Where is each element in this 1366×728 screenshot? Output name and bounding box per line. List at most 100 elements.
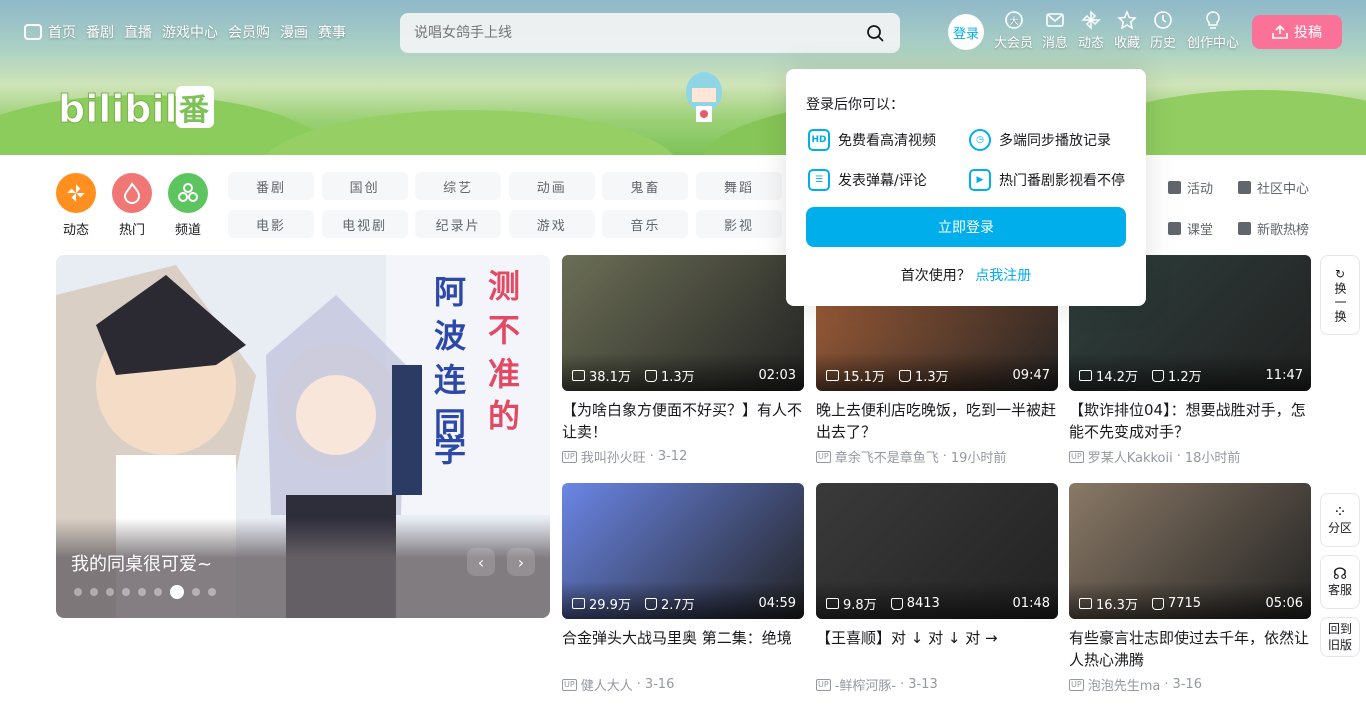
link-classroom[interactable]: 课堂	[1168, 219, 1238, 238]
video-author[interactable]: 健人大人	[581, 675, 633, 694]
search-input[interactable]	[414, 23, 854, 43]
channel-dynamic[interactable]: 动态	[56, 173, 96, 238]
banner-carousel[interactable]: 阿 波 连 同 学 测 不 准 的 我的同桌很可爱~ ‹ ›	[56, 255, 550, 618]
up-icon: UP	[816, 678, 831, 691]
video-card[interactable]: 16.3万 7715 05:06 有些豪言壮志即使过去千年，依然让人热心沸腾 UP 泡泡先…	[1069, 483, 1311, 694]
video-title[interactable]: 晚上去便利店吃晚饭，吃到一半被赶出去了？	[816, 399, 1058, 443]
video-card[interactable]: 29.9万 2.7万 04:59 合金弹头大战马里奥 第二集：绝境 UP 健人大人 · 3-1…	[562, 483, 804, 694]
video-author[interactable]: 章余飞不是章鱼飞	[835, 447, 939, 466]
chip-dance[interactable]: 舞蹈	[695, 172, 782, 200]
video-stats: 29.9万 2.7万 04:59	[572, 594, 796, 613]
bilibili-bangumi-logo[interactable]: bilibili 番	[58, 80, 218, 132]
link-activity[interactable]: 活动	[1168, 178, 1238, 197]
nav-mall[interactable]: 会员购	[228, 22, 270, 42]
chip-kichiku[interactable]: 鬼畜	[602, 172, 689, 200]
refresh-button[interactable]: ↻ 换一换	[1320, 255, 1360, 335]
dynamic-label: 动态	[1078, 36, 1105, 51]
svg-text:连: 连	[434, 361, 466, 399]
duration: 11:47	[1265, 368, 1303, 383]
chip-game[interactable]: 游戏	[508, 210, 595, 238]
zone-button[interactable]: ⁘ 分区	[1320, 493, 1360, 547]
video-thumbnail[interactable]: 9.8万 8413 01:48	[816, 483, 1058, 619]
video-card[interactable]: 9.8万 8413 01:48 【王喜顺】对 ↓ 对 ↓ 对 → UP -鲜榨河豚- · 3-…	[816, 483, 1058, 694]
chip-documentary[interactable]: 纪录片	[415, 210, 502, 238]
nav-bangumi[interactable]: 番剧	[86, 22, 114, 42]
play-count-icon	[572, 598, 585, 609]
carousel-dot[interactable]	[74, 588, 82, 596]
creator-center-entry[interactable]: 创作中心	[1187, 10, 1239, 51]
video-title[interactable]: 【为啥白象方便面不好买？】有人不让卖！	[562, 399, 804, 443]
carousel-dot[interactable]	[170, 585, 184, 599]
like-icon	[644, 597, 657, 610]
search-icon[interactable]	[867, 25, 884, 42]
up-icon: UP	[816, 450, 831, 463]
upload-button[interactable]: 投稿	[1252, 15, 1342, 49]
carousel-dot[interactable]	[122, 588, 130, 596]
vip-entry[interactable]: 大 大会员	[994, 10, 1033, 51]
video-title[interactable]: 有些豪言壮志即使过去千年，依然让人热心沸腾	[1069, 627, 1311, 671]
video-thumbnail[interactable]: 29.9万 2.7万 04:59	[562, 483, 804, 619]
carousel-dot[interactable]	[106, 588, 114, 596]
carousel-dot[interactable]	[138, 588, 146, 596]
chip-animation[interactable]: 动画	[508, 172, 595, 200]
play-count-icon	[826, 598, 839, 609]
video-author[interactable]: 我叫孙火旺	[581, 447, 646, 466]
chip-bangumi[interactable]: 番剧	[228, 172, 314, 200]
nav-esports[interactable]: 赛事	[318, 22, 346, 42]
upload-label: 投稿	[1294, 25, 1322, 41]
chip-guochuang[interactable]: 国创	[321, 172, 408, 200]
dynamic-entry[interactable]: 动态	[1078, 10, 1104, 51]
video-author[interactable]: 泡泡先生ma	[1088, 675, 1161, 694]
duration: 01:48	[1012, 596, 1050, 611]
register-link[interactable]: 点我注册	[975, 268, 1031, 284]
carousel-dot[interactable]	[192, 588, 200, 596]
video-meta: UP 我叫孙火旺 · 3-12	[562, 447, 804, 466]
chip-variety[interactable]: 综艺	[415, 172, 502, 200]
carousel-title[interactable]: 我的同桌很可爱~	[71, 550, 212, 576]
nav-game-center[interactable]: 游戏中心	[162, 22, 218, 42]
carousel-dot[interactable]	[154, 588, 162, 596]
like-count: 7715	[1167, 596, 1202, 611]
chip-tv-series[interactable]: 电视剧	[321, 210, 408, 238]
chip-film-tv[interactable]: 影视	[695, 210, 782, 238]
channel-channels[interactable]: 频道	[168, 173, 208, 238]
flame-icon	[112, 173, 152, 213]
play-count-icon	[1079, 598, 1092, 609]
chip-movie[interactable]: 电影	[228, 210, 314, 238]
link-community[interactable]: 社区中心	[1238, 178, 1328, 197]
svg-text:准: 准	[488, 355, 520, 393]
video-title[interactable]: 【欺诈排位04】：想要战胜对手，怎能不先变成对手？	[1069, 399, 1311, 443]
history-entry[interactable]: 历史	[1150, 10, 1176, 51]
video-card[interactable]: 38.1万 1.3万 02:03 【为啥白象方便面不好买？】有人不让卖！ UP 我叫孙火旺…	[562, 255, 804, 466]
video-author[interactable]: 罗某人Kakkoii	[1088, 447, 1173, 466]
video-title[interactable]: 合金弹头大战马里奥 第二集：绝境	[562, 627, 804, 671]
refresh-label: 换一换	[1333, 282, 1347, 324]
view-count: 38.1万	[589, 370, 631, 385]
view-count: 15.1万	[843, 370, 885, 385]
svg-text:波: 波	[434, 317, 466, 355]
video-date: 3-12	[657, 449, 688, 464]
nav-home[interactable]: 首页	[24, 22, 76, 42]
nav-live[interactable]: 直播	[124, 22, 152, 42]
link-new-songs[interactable]: 新歌热榜	[1238, 219, 1328, 238]
login-avatar-button[interactable]: 登录	[948, 14, 984, 50]
carousel-next-button[interactable]: ›	[507, 548, 535, 576]
chip-music[interactable]: 音乐	[602, 210, 689, 238]
svg-text:测: 测	[488, 267, 520, 305]
favorites-entry[interactable]: 收藏	[1114, 10, 1140, 51]
service-button[interactable]: ☊ 客服	[1320, 555, 1360, 609]
nav-manga[interactable]: 漫画	[280, 22, 308, 42]
video-title[interactable]: 【王喜顺】对 ↓ 对 ↓ 对 →	[816, 627, 1058, 671]
creator-center-label: 创作中心	[1187, 36, 1240, 51]
message-entry[interactable]: 消息	[1042, 10, 1068, 51]
channel-hot[interactable]: 热门	[112, 173, 152, 238]
video-thumbnail[interactable]: 16.3万 7715 05:06	[1069, 483, 1311, 619]
carousel-prev-button[interactable]: ‹	[467, 548, 495, 576]
video-author[interactable]: -鲜榨河豚-	[835, 675, 896, 694]
login-now-button[interactable]: 立即登录	[806, 207, 1126, 247]
like-icon	[644, 369, 657, 382]
old-version-button[interactable]: 回到旧版	[1320, 617, 1360, 657]
video-thumbnail[interactable]: 38.1万 1.3万 02:03	[562, 255, 804, 391]
carousel-dot[interactable]	[90, 588, 98, 596]
carousel-dot[interactable]	[208, 588, 216, 596]
